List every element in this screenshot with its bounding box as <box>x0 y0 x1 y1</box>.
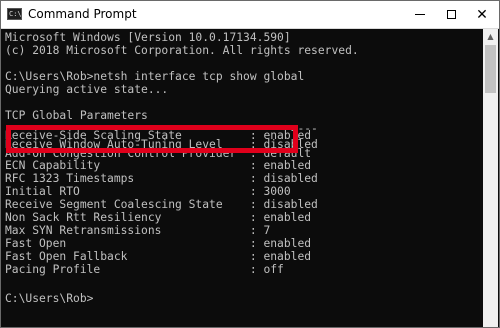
console-line: Pacing Profile : off <box>5 263 284 276</box>
console-line: Microsoft Windows [Version 10.0.17134.59… <box>5 31 291 44</box>
maximize-button[interactable] <box>436 1 466 28</box>
console-prompt: C:\Users\Rob> <box>5 292 94 305</box>
console-line: RFC 1323 Timestamps : disabled <box>5 172 318 185</box>
console-icon-text: C:\ <box>9 10 22 18</box>
close-button[interactable]: ✕ <box>467 1 497 28</box>
console-line: (c) 2018 Microsoft Corporation. All righ… <box>5 44 359 57</box>
console-line: Initial RTO : 3000 <box>5 185 291 198</box>
console-line: Non Sack Rtt Resiliency : enabled <box>5 211 312 224</box>
minimize-icon <box>415 14 425 15</box>
scroll-up-icon[interactable]: ▲ <box>483 29 498 44</box>
title-bar[interactable]: C:\ Command Prompt ✕ <box>1 1 499 29</box>
console-line: C:\Users\Rob>netsh interface tcp show gl… <box>5 70 305 83</box>
console-output[interactable]: Microsoft Windows [Version 10.0.17134.59… <box>2 29 486 327</box>
console-line: TCP Global Parameters <box>5 109 148 122</box>
window-title: Command Prompt <box>28 7 137 21</box>
console-icon: C:\ <box>7 8 22 20</box>
console-line: Receive Segment Coalescing State : disab… <box>5 198 318 211</box>
console-line: Fast Open : enabled <box>5 237 312 250</box>
console-line: Querying active state... <box>5 83 169 96</box>
close-icon: ✕ <box>476 6 488 23</box>
scrollbar-thumb[interactable] <box>485 45 496 93</box>
maximize-icon <box>446 10 456 19</box>
command-prompt-window: C:\ Command Prompt ✕ Microsoft Windows [… <box>0 0 500 328</box>
highlight-box <box>6 125 298 153</box>
console-line: Max SYN Retransmissions : 7 <box>5 224 271 237</box>
vertical-scrollbar[interactable]: ▲ <box>483 29 498 327</box>
console-line: ECN Capability : enabled <box>5 159 312 172</box>
minimize-button[interactable] <box>405 1 435 28</box>
console-line: Fast Open Fallback : enabled <box>5 250 312 263</box>
